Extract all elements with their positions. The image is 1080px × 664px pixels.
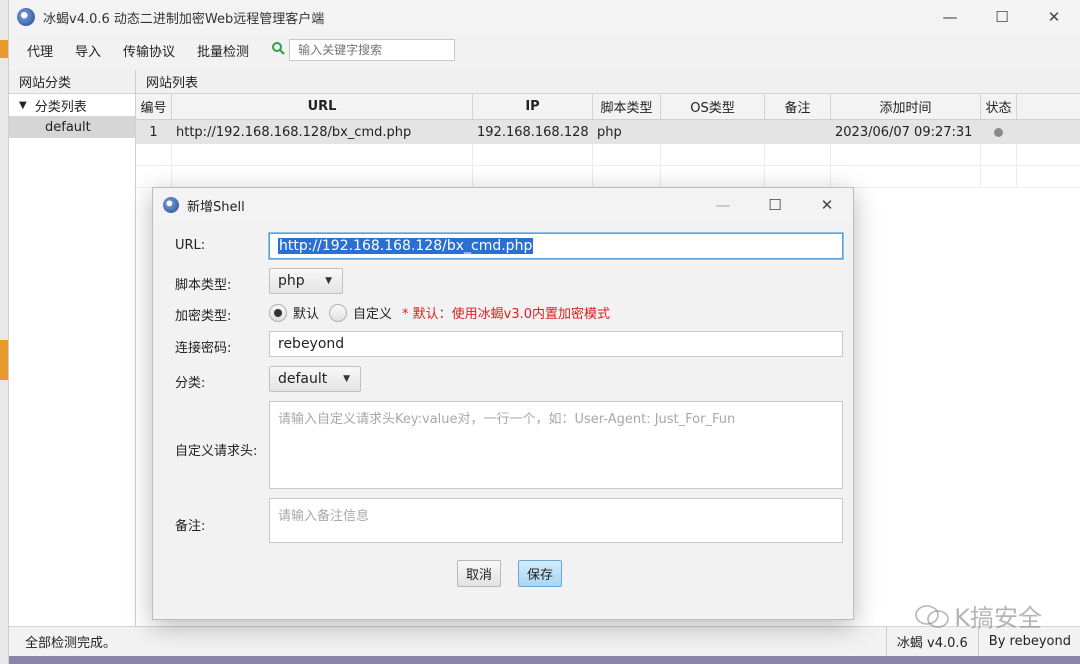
background-orange-marker bbox=[0, 40, 8, 58]
cancel-button[interactable]: 取消 bbox=[457, 560, 501, 587]
cell-note bbox=[765, 120, 831, 144]
tree-root-label: 分类列表 bbox=[34, 99, 87, 115]
script-type-value: php bbox=[278, 273, 305, 289]
category-header: 网站分类 bbox=[9, 70, 135, 94]
new-shell-dialog: 新增Shell — ☐ ✕ URL: http://192.168.168.12… bbox=[152, 187, 854, 620]
menu-protocol[interactable]: 传输协议 bbox=[123, 41, 175, 60]
custom-headers-textarea[interactable]: 请输入自定义请求头Key:value对，一行一个，如：User-Agent: J… bbox=[269, 401, 843, 489]
expand-arrow-icon[interactable]: ▼ bbox=[19, 100, 27, 111]
save-button[interactable]: 保存 bbox=[518, 560, 562, 587]
maximize-button[interactable]: ☐ bbox=[976, 0, 1028, 34]
script-type-select[interactable]: php ▼ bbox=[269, 268, 343, 294]
wechat-watermark-icon bbox=[915, 604, 950, 628]
empty-row bbox=[136, 166, 1080, 188]
script-type-label: 脚本类型: bbox=[175, 278, 232, 293]
empty-row bbox=[136, 144, 1080, 166]
col-url[interactable]: URL bbox=[172, 94, 473, 119]
col-note[interactable]: 备注 bbox=[765, 94, 831, 119]
minimize-button[interactable]: — bbox=[924, 0, 976, 34]
cell-status bbox=[981, 120, 1017, 144]
tree-root-item[interactable]: ▼ 分类列表 bbox=[9, 94, 135, 116]
table-row[interactable]: 1 http://192.168.168.128/bx_cmd.php 192.… bbox=[136, 120, 1080, 144]
radio-default-label[interactable]: 默认 bbox=[293, 303, 319, 322]
status-dot-icon bbox=[994, 127, 1003, 137]
background-strip bbox=[9, 656, 1080, 664]
password-field[interactable]: rebeyond bbox=[269, 331, 843, 357]
col-os-type[interactable]: OS类型 bbox=[661, 94, 765, 119]
search-icon[interactable] bbox=[271, 41, 285, 59]
status-message: 全部检测完成。 bbox=[25, 636, 117, 651]
custom-headers-label: 自定义请求头: bbox=[175, 444, 258, 459]
radio-custom[interactable] bbox=[329, 303, 348, 322]
menu-bar: 代理 导入 传输协议 批量检测 bbox=[9, 34, 1080, 66]
tree-item-default[interactable]: default bbox=[9, 116, 135, 138]
category-value: default bbox=[278, 371, 328, 387]
url-label: URL: bbox=[175, 238, 206, 253]
dialog-minimize-button[interactable]: — bbox=[697, 188, 749, 222]
remark-textarea[interactable]: 请输入备注信息 bbox=[269, 498, 843, 543]
remark-label: 备注: bbox=[175, 519, 206, 534]
chevron-down-icon: ▼ bbox=[325, 276, 332, 286]
search-input[interactable] bbox=[289, 39, 456, 61]
password-value: rebeyond bbox=[278, 336, 345, 352]
app-logo-icon bbox=[17, 8, 35, 26]
title-bar: 冰蝎v4.0.6 动态二进制加密Web远程管理客户端 — ☐ ✕ bbox=[9, 0, 1080, 34]
dialog-logo-icon bbox=[163, 197, 179, 213]
radio-custom-label[interactable]: 自定义 bbox=[353, 303, 392, 322]
dialog-close-button[interactable]: ✕ bbox=[801, 188, 853, 222]
tree-child-label: default bbox=[45, 119, 91, 135]
table-header: 编号 URL IP 脚本类型 OS类型 备注 添加时间 状态 bbox=[136, 94, 1080, 120]
password-label: 连接密码: bbox=[175, 341, 232, 356]
menu-batch-check[interactable]: 批量检测 bbox=[197, 41, 249, 60]
watermark: K搞安全 bbox=[914, 598, 1042, 633]
col-script-type[interactable]: 脚本类型 bbox=[593, 94, 661, 119]
background-orange-marker bbox=[0, 340, 8, 380]
col-id[interactable]: 编号 bbox=[136, 94, 172, 119]
category-select[interactable]: default ▼ bbox=[269, 366, 361, 392]
menu-proxy[interactable]: 代理 bbox=[27, 41, 53, 60]
col-added-time[interactable]: 添加时间 bbox=[831, 94, 981, 119]
window-title: 冰蝎v4.0.6 动态二进制加密Web远程管理客户端 bbox=[43, 11, 325, 27]
dialog-title: 新增Shell bbox=[187, 199, 245, 215]
dialog-title-bar: 新增Shell — ☐ ✕ bbox=[153, 188, 853, 222]
dialog-maximize-button[interactable]: ☐ bbox=[749, 188, 801, 222]
encryption-type-label: 加密类型: bbox=[175, 309, 232, 324]
url-value: http://192.168.168.128/bx_cmd.php bbox=[278, 238, 534, 254]
category-label: 分类: bbox=[175, 376, 206, 391]
radio-default[interactable] bbox=[269, 303, 287, 322]
category-pane: 网站分类 ▼ 分类列表 default bbox=[9, 70, 136, 626]
cell-ip: 192.168.168.128 bbox=[473, 120, 593, 144]
cell-id: 1 bbox=[136, 120, 172, 144]
cell-time: 2023/06/07 09:27:31 bbox=[831, 120, 981, 144]
watermark-text: K搞安全 bbox=[954, 604, 1042, 632]
cell-script: php bbox=[593, 120, 661, 144]
url-field[interactable]: http://192.168.168.128/bx_cmd.php bbox=[269, 233, 843, 259]
chevron-down-icon: ▼ bbox=[343, 374, 350, 384]
col-ip[interactable]: IP bbox=[473, 94, 593, 119]
col-status[interactable]: 状态 bbox=[981, 94, 1017, 119]
cell-url: http://192.168.168.128/bx_cmd.php bbox=[172, 120, 473, 144]
menu-import[interactable]: 导入 bbox=[75, 41, 101, 60]
close-button[interactable]: ✕ bbox=[1028, 0, 1080, 34]
cell-os bbox=[661, 120, 765, 144]
site-list-header: 网站列表 bbox=[136, 70, 1080, 94]
encryption-note: * 默认：使用冰蝎v3.0内置加密模式 bbox=[402, 307, 611, 322]
